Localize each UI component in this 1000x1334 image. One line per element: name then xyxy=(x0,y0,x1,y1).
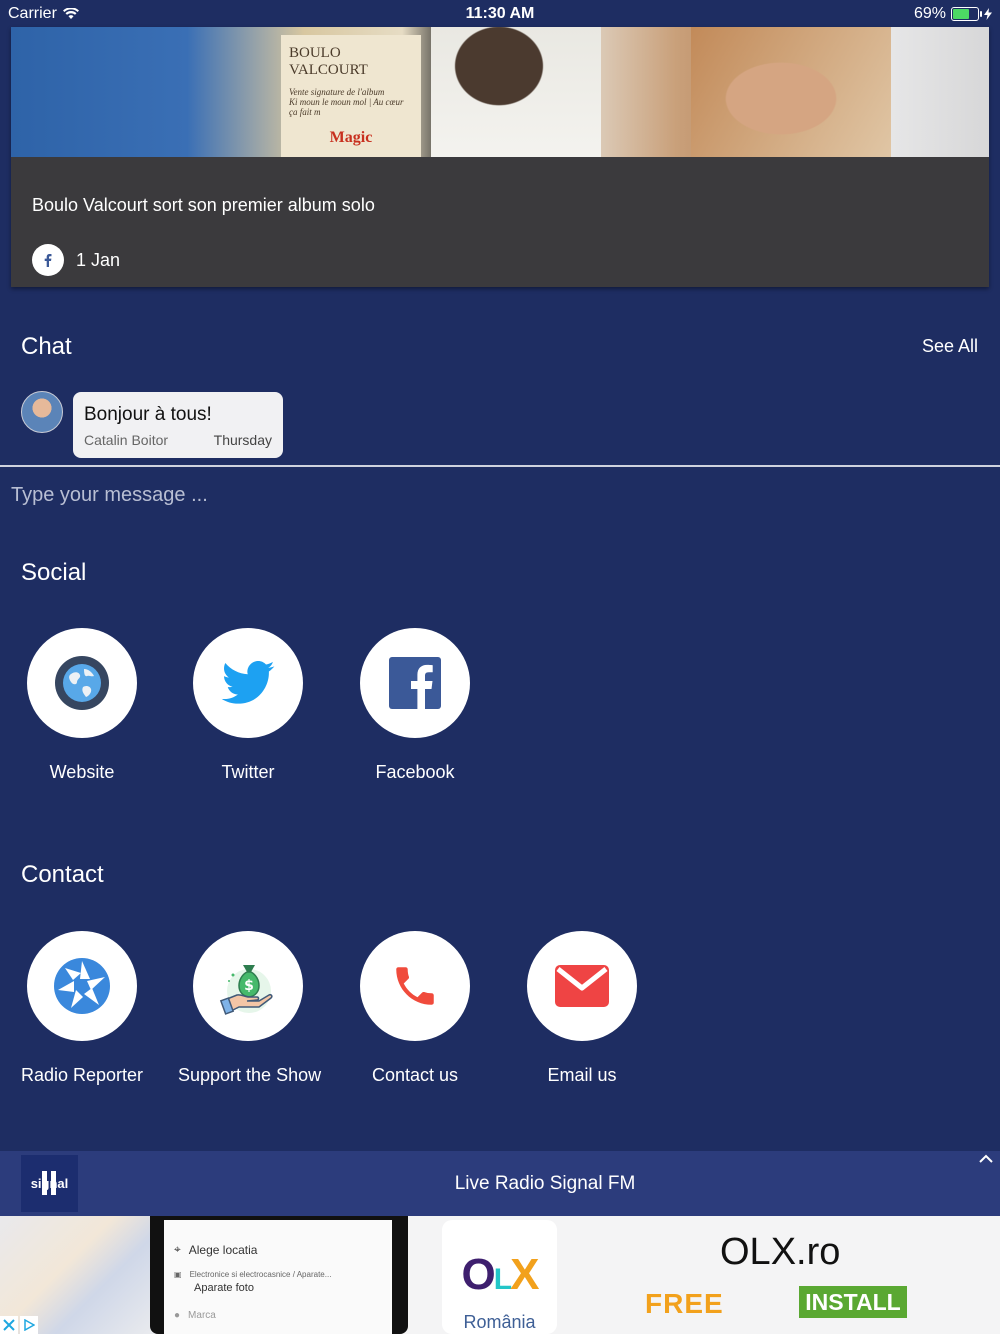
chat-section-title: Chat xyxy=(21,333,72,360)
ad-phone-row: ● Marca xyxy=(174,1310,216,1321)
contact-contact-us-label: Contact us xyxy=(371,1065,459,1085)
social-website[interactable]: Website xyxy=(12,628,152,783)
ad-banner[interactable]: ⌖ Alege locatia ▣ Electronice si electroca… xyxy=(0,1216,1000,1334)
contact-email-us[interactable]: Email us xyxy=(512,931,652,1086)
poster-line-2: Vente signature de l'album xyxy=(289,87,385,97)
battery-status: 69% xyxy=(914,5,992,23)
camera-aperture-icon xyxy=(54,958,110,1014)
photo-person-man xyxy=(431,27,601,157)
social-section-title: Social xyxy=(21,559,87,586)
svg-text:$: $ xyxy=(244,978,254,994)
ad-choices[interactable] xyxy=(0,1316,38,1334)
avatar[interactable] xyxy=(21,391,63,433)
radio-player-bar[interactable]: signal Live Radio Signal FM xyxy=(0,1151,1000,1216)
social-twitter-label: Twitter xyxy=(221,762,275,782)
pause-icon[interactable] xyxy=(42,1171,56,1195)
website-button[interactable] xyxy=(27,628,137,738)
clock: 11:30 AM xyxy=(465,5,535,22)
battery-fill xyxy=(953,9,969,19)
message-input[interactable] xyxy=(0,470,1000,520)
social-website-label: Website xyxy=(49,762,115,782)
chat-message-author: Catalin Boitor xyxy=(84,432,169,448)
contact-email-us-label: Email us xyxy=(547,1065,617,1085)
twitter-icon xyxy=(221,661,275,704)
close-icon[interactable] xyxy=(0,1316,18,1334)
contact-us-button[interactable] xyxy=(360,931,470,1041)
olx-logo-mark: OLX xyxy=(461,1250,540,1299)
contact-support-the-show-label: Support the Show xyxy=(178,1065,322,1085)
twitter-button[interactable] xyxy=(193,628,303,738)
ad-phone-row: ▣ Electronice si electrocasnice / Aparate… xyxy=(174,1270,332,1279)
battery-percent: 69% xyxy=(913,5,946,22)
news-headline[interactable]: Boulo Valcourt sort son premier album so… xyxy=(32,195,375,216)
install-button[interactable]: INSTALL xyxy=(799,1286,907,1318)
see-all-button[interactable]: See All xyxy=(922,336,978,357)
ad-choices-icon[interactable] xyxy=(20,1316,38,1334)
olx-country: România xyxy=(463,1312,536,1332)
social-twitter[interactable]: Twitter xyxy=(178,628,318,783)
divider xyxy=(0,465,1000,467)
poster-title: BOULO VALCOURT xyxy=(289,45,368,78)
olx-logo: OLX România xyxy=(442,1220,557,1334)
phone-icon xyxy=(396,967,434,1005)
contact-radio-reporter[interactable]: Radio Reporter xyxy=(12,931,152,1086)
ad-phone-mockup: ⌖ Alege locatia ▣ Electronice si electroca… xyxy=(150,1216,408,1334)
ad-phone-row: Aparate foto xyxy=(194,1282,254,1294)
poster-logo: Magic xyxy=(329,129,373,146)
charging-bolt-icon xyxy=(984,8,992,20)
chat-message-text: Bonjour à tous! xyxy=(84,404,212,425)
status-bar: Carrier 11:30 AM 69% xyxy=(0,0,1000,27)
album-poster: BOULO VALCOURT Vente signature de l'albu… xyxy=(281,35,421,157)
news-date: 1 Jan xyxy=(76,250,121,270)
ad-phone-screen: ⌖ Alege locatia ▣ Electronice si electroca… xyxy=(164,1220,392,1334)
dot-icon: ● xyxy=(174,1310,181,1321)
email-us-button[interactable] xyxy=(527,931,637,1041)
envelope-icon xyxy=(555,965,609,1007)
radio-reporter-button[interactable] xyxy=(27,931,137,1041)
social-facebook-label: Facebook xyxy=(375,762,455,782)
ad-brand-name: OLX.ro xyxy=(720,1231,841,1273)
support-the-show-button[interactable]: $ xyxy=(193,931,303,1041)
camera-icon: ▣ xyxy=(174,1270,182,1279)
contact-section-title: Contact xyxy=(21,861,104,888)
radio-station-logo: signal xyxy=(21,1155,78,1212)
facebook-source-icon xyxy=(32,244,64,276)
facebook-icon xyxy=(389,657,441,709)
photo-person-woman xyxy=(691,27,891,157)
ad-free-label: FREE xyxy=(645,1288,724,1319)
contact-support-the-show[interactable]: $ Support the Show xyxy=(178,931,322,1086)
contact-contact-us[interactable]: Contact us xyxy=(345,931,485,1086)
news-photo: BOULO VALCOURT Vente signature de l'albu… xyxy=(11,27,989,157)
battery-icon xyxy=(951,7,982,21)
poster-line-3: Ki moun le moun mol | Au cœur ça fait m xyxy=(289,97,404,117)
location-pin-icon: ⌖ xyxy=(174,1242,181,1256)
facebook-button[interactable] xyxy=(360,628,470,738)
chevron-up-icon[interactable] xyxy=(978,1153,994,1165)
chat-message-bubble[interactable]: Bonjour à tous! Catalin Boitor Thursday xyxy=(73,392,283,458)
news-card[interactable]: BOULO VALCOURT Vente signature de l'albu… xyxy=(11,27,989,287)
globe-icon xyxy=(55,656,109,710)
money-bag-icon: $ xyxy=(219,965,273,1015)
radio-player-title: Live Radio Signal FM xyxy=(454,1173,636,1194)
contact-radio-reporter-label: Radio Reporter xyxy=(20,1065,144,1085)
ad-phone-row: ⌖ Alege locatia xyxy=(174,1242,258,1257)
chat-message-day: Thursday xyxy=(213,432,272,448)
social-facebook[interactable]: Facebook xyxy=(345,628,485,783)
